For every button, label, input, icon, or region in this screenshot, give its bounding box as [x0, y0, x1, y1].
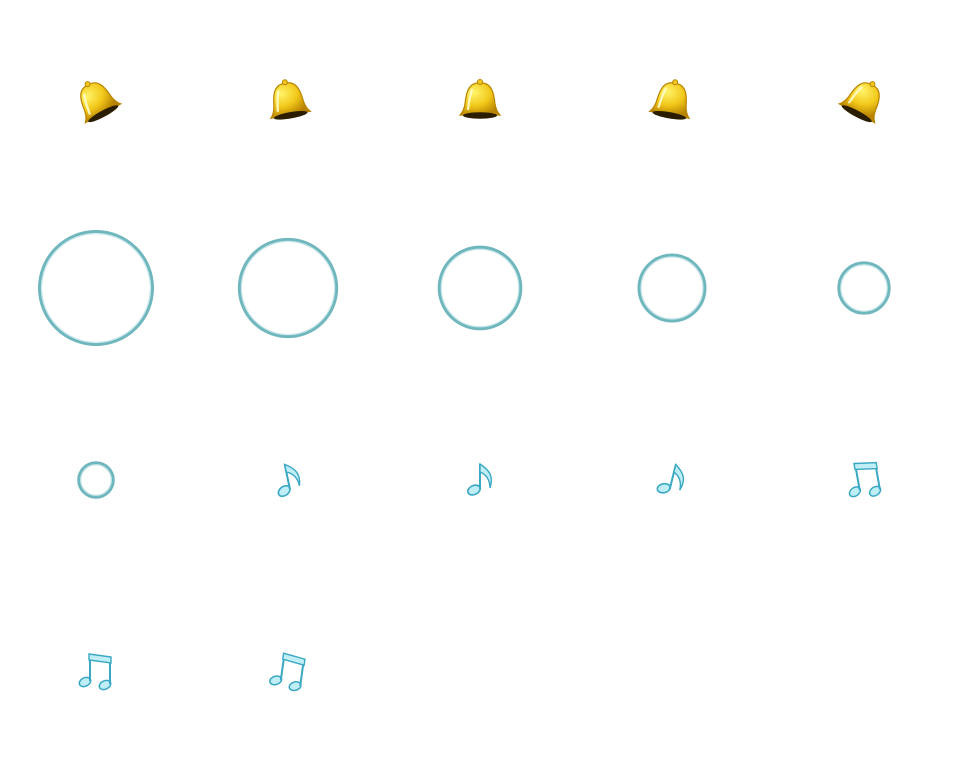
- sprite-frame-3: [384, 0, 576, 192]
- bubble-icon: [837, 261, 891, 315]
- bubble-icon: [38, 230, 154, 346]
- bubble-inner-ring: [40, 232, 152, 344]
- eighth-note-icon: [277, 463, 301, 498]
- bell-sprite: [648, 79, 691, 120]
- beamed-notes-sprite: [848, 461, 882, 498]
- beamed-notes-icon: [78, 653, 112, 691]
- bubble-sprite: [38, 230, 154, 346]
- eighth-note-sprite: [656, 463, 685, 494]
- sprite-frame-2: [192, 0, 384, 192]
- bell-icon: [458, 79, 502, 119]
- bubble-ring: [38, 230, 154, 346]
- note-beam: [88, 653, 112, 664]
- bubble-inner-ring: [640, 256, 704, 320]
- bell-sprite: [837, 81, 880, 124]
- bubble-icon: [437, 245, 523, 331]
- bubble-icon: [237, 237, 339, 339]
- bell-sprite: [269, 79, 312, 120]
- eighth-note-icon: [467, 462, 493, 496]
- bubble-inner-ring: [440, 248, 520, 328]
- bell-sprite: [458, 79, 502, 119]
- bell-knob: [477, 79, 483, 85]
- bubble-sprite: [837, 261, 891, 315]
- bubble-ring: [237, 237, 339, 339]
- beamed-notes-sprite: [78, 653, 112, 691]
- bell-icon: [837, 81, 880, 124]
- bubble-sprite: [437, 245, 523, 331]
- sprite-frame-17: [192, 576, 384, 768]
- note-head: [656, 482, 671, 494]
- bubble-ring: [837, 261, 891, 315]
- sprite-frame-4: [576, 0, 768, 192]
- bubble-sprite: [637, 253, 707, 323]
- sprite-frame-7: [192, 192, 384, 384]
- bubble-sprite: [77, 461, 115, 499]
- bell-icon: [648, 79, 691, 120]
- sprite-frame-5: [768, 0, 960, 192]
- sprite-frame-14: [576, 384, 768, 576]
- note-beam: [853, 461, 879, 471]
- bell-mouth: [463, 112, 497, 119]
- sprite-sheet: [0, 0, 960, 768]
- bell-sprite: [80, 81, 123, 124]
- sprite-frame-10: [768, 192, 960, 384]
- sprite-frame-15: [768, 384, 960, 576]
- bubble-inner-ring: [840, 264, 888, 312]
- sprite-frame-8: [384, 192, 576, 384]
- bubble-ring: [637, 253, 707, 323]
- bubble-inner-ring: [240, 240, 336, 336]
- bubble-inner-ring: [80, 464, 112, 496]
- bubble-icon: [637, 253, 707, 323]
- bubble-icon: [77, 461, 115, 499]
- bubble-sprite: [237, 237, 339, 339]
- eighth-note-sprite: [467, 462, 493, 496]
- sprite-frame-1: [0, 0, 192, 192]
- sprite-frame-6: [0, 192, 192, 384]
- beamed-notes-sprite: [269, 652, 306, 692]
- sprite-frame-11: [0, 384, 192, 576]
- note-beam: [281, 652, 306, 667]
- sprite-frame-13: [384, 384, 576, 576]
- bubble-ring: [77, 461, 115, 499]
- sprite-frame-12: [192, 384, 384, 576]
- beamed-notes-icon: [269, 652, 306, 692]
- bell-icon: [80, 81, 123, 124]
- bell-body: [458, 82, 502, 116]
- sprite-frame-16: [0, 576, 192, 768]
- sprite-frame-9: [576, 192, 768, 384]
- bell-knob: [281, 79, 288, 86]
- note-stem: [299, 661, 305, 686]
- bell-knob: [672, 79, 679, 86]
- eighth-note-icon: [656, 463, 685, 494]
- bell-icon: [269, 79, 312, 120]
- eighth-note-sprite: [277, 463, 301, 498]
- beamed-notes-icon: [848, 461, 882, 498]
- bubble-ring: [437, 245, 523, 331]
- note-flag: [479, 462, 493, 489]
